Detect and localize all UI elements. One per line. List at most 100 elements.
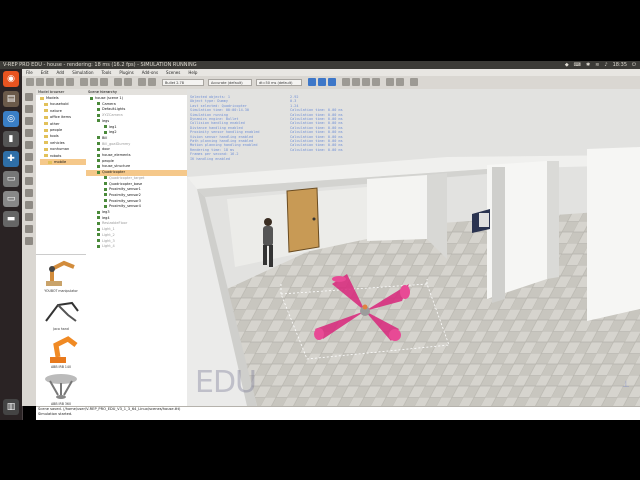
menu-add[interactable]: Add [56,69,64,76]
main-toolbar: Bullet 2.78 Accurate (default) dt=50 ms … [22,76,640,90]
ubuntu-launcher: ◉ ▤ ◎ ▮ ✚ ▭ ▭ ▬ ▥ [0,69,23,420]
hierarchy-item-label: Light_2 [102,232,115,237]
path-edit-icon[interactable] [25,165,33,173]
dropbox-icon[interactable]: ◆ [565,61,569,69]
scene-viewport[interactable]: ⊥ Selected objects: 1 Object type: Dummy L… [187,89,640,406]
redo-button[interactable] [148,78,156,86]
object-type-icon [97,102,100,106]
menu-tools[interactable]: Tools [102,69,112,76]
object-rotate-button[interactable] [100,78,108,86]
menu-addons[interactable]: Add-ons [142,69,158,76]
stop-simulation-icon[interactable] [328,78,336,86]
undo-button[interactable] [138,78,146,86]
partition-wall [367,175,427,241]
menu-bar: File Edit Add Simulation Tools Plugins A… [22,69,640,76]
drive-icon[interactable]: ▭ [3,191,19,207]
hierarchy-item-label: Proximity_sensor3 [109,198,141,203]
selection-icon[interactable] [25,177,33,185]
hierarchy-item-label: leg2 [109,130,117,135]
transfer-dna-button[interactable] [124,78,132,86]
scene-hierarchy-panel: Scene hierarchy house (scene 1) Camera Def… [86,89,198,406]
camera-shift-button[interactable] [46,78,54,86]
menu-scenes[interactable]: Scenes [166,69,180,76]
media-icon[interactable]: ▬ [3,211,19,227]
hierarchy-item-label: legs [102,118,110,123]
power-icon[interactable]: ⏻ [632,61,636,69]
physics-engine-select[interactable]: Bullet 2.78 [162,79,204,86]
folder-icon [44,102,48,106]
system-tray: ◆ ⌨ ✱ ≋ ♪ 18:35 ⏻ [565,61,636,69]
trash-icon[interactable]: ▥ [3,399,19,415]
terminal-icon[interactable]: ▮ [3,131,19,147]
object-type-icon [97,119,100,123]
menu-edit[interactable]: Edit [41,69,49,76]
model-browser-icon[interactable] [25,189,33,197]
object-type-icon [90,96,93,100]
disk-icon[interactable]: ▭ [3,171,19,187]
menu-help[interactable]: Help [188,69,197,76]
keyboard-icon[interactable]: ⌨ [574,61,581,69]
camera-zoom-button[interactable] [56,78,64,86]
hierarchy-item-label: people [102,158,114,163]
slower-icon[interactable] [352,78,360,86]
menu-simulation[interactable]: Simulation [72,69,93,76]
wifi-icon[interactable]: ≋ [595,61,599,69]
hierarchy-item-label: Proximity_sensor4 [109,204,141,209]
pause-simulation-icon[interactable] [318,78,326,86]
video-recorder-icon[interactable] [25,225,33,233]
clock[interactable]: 18:35 [613,61,627,69]
folder-icon [44,147,48,151]
hierarchy-item[interactable]: Light_4 [86,244,198,250]
user-settings-icon[interactable] [25,237,33,245]
camera-pan-button[interactable] [26,78,34,86]
object-type-icon [97,113,100,117]
jaco-hand-thumbnail[interactable] [38,295,84,327]
thread-rendering-icon[interactable] [372,78,380,86]
faster-icon[interactable] [362,78,370,86]
object-type-icon [97,164,100,168]
object-shift-button[interactable] [90,78,98,86]
fit-view-button[interactable] [66,78,74,86]
abb-irb140-thumbnail[interactable] [38,333,84,365]
calculation-modules-icon[interactable] [25,117,33,125]
youbot-arm-thumbnail[interactable] [38,257,84,289]
start-simulation-icon[interactable] [308,78,316,86]
collections-icon[interactable] [25,129,33,137]
hierarchy-item-label: leg3 [102,210,110,214]
window-title: V-REP PRO EDU - house - rendering: 18 ms… [3,62,197,68]
volume-icon[interactable]: ♪ [604,61,607,69]
abb-irb360-thumbnail[interactable] [38,371,84,403]
scripts-icon[interactable] [25,141,33,149]
info-line: Proximity sensor handling enabled [190,130,260,135]
object-type-icon [97,227,100,231]
layers-icon[interactable] [25,213,33,221]
browser-icon[interactable]: ◎ [3,111,19,127]
menu-file[interactable]: File [26,69,33,76]
shape-edit-icon[interactable] [25,153,33,161]
assemble-button[interactable] [114,78,122,86]
simulation-settings-icon[interactable] [25,93,33,101]
scene-hierarchy-icon[interactable] [25,201,33,209]
hierarchy-item-label: ResizableFloor [102,221,128,226]
hierarchy-item-label: house (scene 1) [95,96,124,100]
hierarchy-item-label: Proximity_sensor1 [109,187,141,192]
vrep-icon[interactable]: ✚ [3,151,19,167]
edu-watermark: EDU [195,365,257,400]
files-icon[interactable]: ▤ [3,91,19,107]
hierarchy-item-label: Bill [102,135,108,140]
object-properties-icon[interactable] [25,105,33,113]
camera-rotate-button[interactable] [36,78,44,86]
hierarchy-item-label: door [102,147,110,152]
time-step-select[interactable]: dt=50 ms (default) [256,79,302,86]
eye-icon[interactable] [410,78,418,86]
real-time-icon[interactable] [342,78,350,86]
click-select-button[interactable] [80,78,88,86]
menu-plugins[interactable]: Plugins [119,69,133,76]
folder-icon [44,115,48,119]
bluetooth-icon[interactable]: ✱ [586,61,590,69]
page-selector-icon[interactable] [396,78,404,86]
scene-selector-icon[interactable] [386,78,394,86]
engine-accuracy-select[interactable]: Accurate (default) [208,79,252,86]
model-folder-selected[interactable]: mobile [40,159,86,166]
ubuntu-dash-icon[interactable]: ◉ [3,71,19,87]
